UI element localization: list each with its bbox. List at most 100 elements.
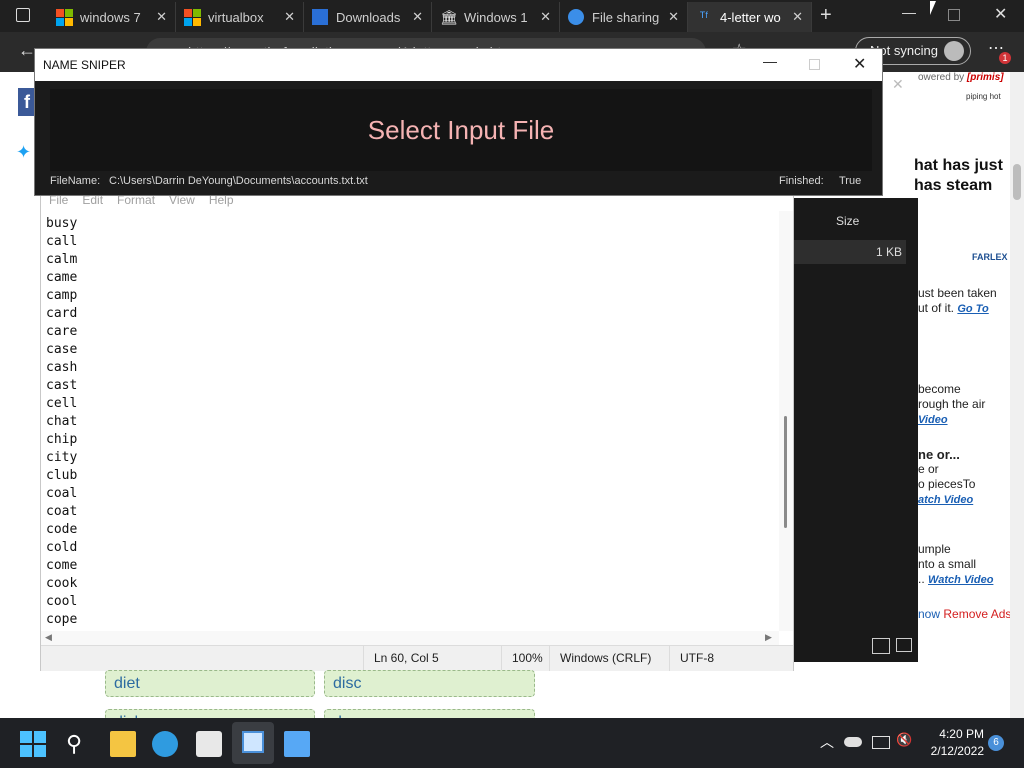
close-tab-icon[interactable]: ✕: [156, 9, 167, 25]
finished-label: Finished:: [779, 175, 824, 187]
vertical-scrollbar[interactable]: [779, 211, 793, 631]
close-ad-icon[interactable]: ✕: [892, 76, 904, 93]
word-card[interactable]: diet: [105, 670, 315, 697]
bank-icon: 🏛: [440, 9, 458, 25]
text-line: city: [46, 450, 78, 465]
store-icon[interactable]: [196, 731, 222, 757]
search-icon[interactable]: ⚲: [66, 731, 92, 757]
text-line: calm: [46, 252, 78, 267]
remove-ads-link[interactable]: Remove Ads: [943, 607, 1011, 621]
status-bar: Ln 60, Col 5 100% Windows (CRLF) UTF-8: [41, 645, 793, 671]
watch-video-link[interactable]: atch Video: [918, 494, 973, 506]
piping-text: piping hot: [966, 92, 1001, 101]
onedrive-cloud-icon[interactable]: [844, 737, 862, 747]
close-tab-icon[interactable]: ✕: [668, 9, 679, 25]
notification-count-badge[interactable]: 6: [988, 735, 1004, 751]
file-explorer-icon[interactable]: [110, 731, 136, 757]
size-column-header[interactable]: Size: [836, 214, 859, 228]
line-ending: Windows (CRLF): [549, 646, 660, 671]
title-bar: NAME SNIPER — ✕: [35, 49, 882, 81]
encoding: UTF-8: [669, 646, 780, 671]
window-title: NAME SNIPER: [43, 58, 126, 72]
chevron-up-icon[interactable]: ︿: [820, 732, 834, 752]
select-input-file-button[interactable]: Select Input File: [50, 89, 872, 171]
start-icon[interactable]: [20, 731, 46, 757]
notepad-taskbar-active[interactable]: [232, 722, 274, 764]
text-line: cope: [46, 612, 78, 627]
powered-by-text: owered by [primis]: [918, 72, 1004, 83]
close-window-icon[interactable]: ✕: [994, 4, 1007, 24]
text-line: camp: [46, 288, 78, 303]
snippet-4: umple nto a small .. Watch Video: [918, 542, 994, 586]
dictionary-icon: ᵀᶠ: [699, 9, 709, 24]
volume-muted-icon[interactable]: 🔇: [896, 732, 912, 748]
farlex-logo: FARLEX: [972, 252, 1008, 262]
file-row[interactable]: 1 KB: [790, 240, 906, 264]
filename-label: FileName:: [50, 175, 101, 187]
text-line: came: [46, 270, 78, 285]
text-line: busy: [46, 216, 78, 231]
tab-actions-icon[interactable]: [16, 8, 30, 22]
tab-windows1[interactable]: 🏛 Windows 1 ✕: [432, 2, 560, 32]
tab-4-letter-words[interactable]: ᵀᶠ 4-letter wo ✕: [688, 2, 812, 32]
select-panel: Select Input File: [50, 89, 872, 171]
snippet-3: ne or... e or o piecesTo atch Video: [918, 447, 976, 506]
text-line: chip: [46, 432, 78, 447]
notification-badge: 1: [999, 52, 1011, 64]
close-tab-icon[interactable]: ✕: [792, 9, 803, 25]
text-line: coat: [46, 504, 78, 519]
new-tab-icon[interactable]: +: [820, 4, 832, 27]
microsoft-logo-icon: [56, 9, 73, 26]
scroll-left-icon[interactable]: ◀: [45, 632, 52, 643]
close-tab-icon[interactable]: ✕: [540, 9, 551, 25]
tab-downloads[interactable]: Downloads ✕: [304, 2, 432, 32]
cloud-icon: [568, 9, 584, 25]
notepad-app-icon[interactable]: [284, 731, 310, 757]
scroll-thumb[interactable]: [1013, 164, 1021, 200]
text-line: cash: [46, 360, 78, 375]
tab-label: virtualbox: [208, 9, 264, 25]
zoom-level: 100%: [501, 646, 552, 671]
text-lines: busy call calm came camp card care case cash cast…: [41, 211, 779, 629]
minimize-button[interactable]: —: [763, 53, 777, 69]
snippet-1: ust been taken ut of it. Go To: [918, 286, 997, 315]
close-tab-icon[interactable]: ✕: [284, 9, 295, 25]
restore-icon[interactable]: [948, 9, 960, 21]
edge-icon[interactable]: [152, 731, 178, 757]
text-line: card: [46, 306, 78, 321]
tab-windows7[interactable]: windows 7 ✕: [48, 2, 176, 32]
clock-time: 4:20 PM: [939, 727, 984, 741]
taskbar: ⚲ ︿ 🔇 4:20 PM 2/12/2022 6: [0, 718, 1024, 768]
goto-link[interactable]: Go To: [957, 303, 988, 315]
details-view-icon[interactable]: [872, 638, 890, 654]
file-explorer-window: Size 1 KB: [790, 198, 918, 662]
video-link[interactable]: Video: [918, 414, 948, 426]
watch-video-link-2[interactable]: Watch Video: [928, 574, 993, 586]
horizontal-scrollbar[interactable]: ◀ ▶: [41, 631, 779, 645]
page-scrollbar[interactable]: [1010, 72, 1024, 718]
close-button[interactable]: ✕: [853, 54, 866, 74]
word-card[interactable]: disc: [324, 670, 535, 697]
notepad-icon: [242, 731, 264, 753]
tab-file-sharing[interactable]: File sharing ✕: [560, 2, 688, 32]
browser-tab-bar: windows 7 ✕ virtualbox ✕ Downloads ✕ 🏛 W…: [0, 0, 1024, 32]
name-sniper-window: NAME SNIPER — ✕ Select Input File FileNa…: [34, 48, 883, 196]
remove-ads-row: now Remove Ads: [918, 607, 1012, 621]
clock[interactable]: 4:20 PM 2/12/2022: [924, 726, 984, 760]
text-line: cook: [46, 576, 78, 591]
tiles-view-icon[interactable]: [896, 638, 912, 652]
mouse-cursor-icon: [930, 1, 936, 15]
tab-virtualbox[interactable]: virtualbox ✕: [176, 2, 304, 32]
tab-label: File sharing: [592, 9, 660, 25]
text-editor[interactable]: busy call calm came camp card care case cash cast…: [41, 211, 779, 631]
display-icon[interactable]: [872, 736, 890, 749]
text-line: cold: [46, 540, 78, 555]
close-tab-icon[interactable]: ✕: [412, 9, 423, 25]
text-line: case: [46, 342, 78, 357]
minimize-icon[interactable]: —: [902, 4, 916, 20]
scroll-thumb[interactable]: [784, 416, 787, 528]
text-line: chat: [46, 414, 78, 429]
text-line: club: [46, 468, 78, 483]
profile-avatar: [944, 41, 964, 61]
scroll-right-icon[interactable]: ▶: [765, 632, 772, 643]
